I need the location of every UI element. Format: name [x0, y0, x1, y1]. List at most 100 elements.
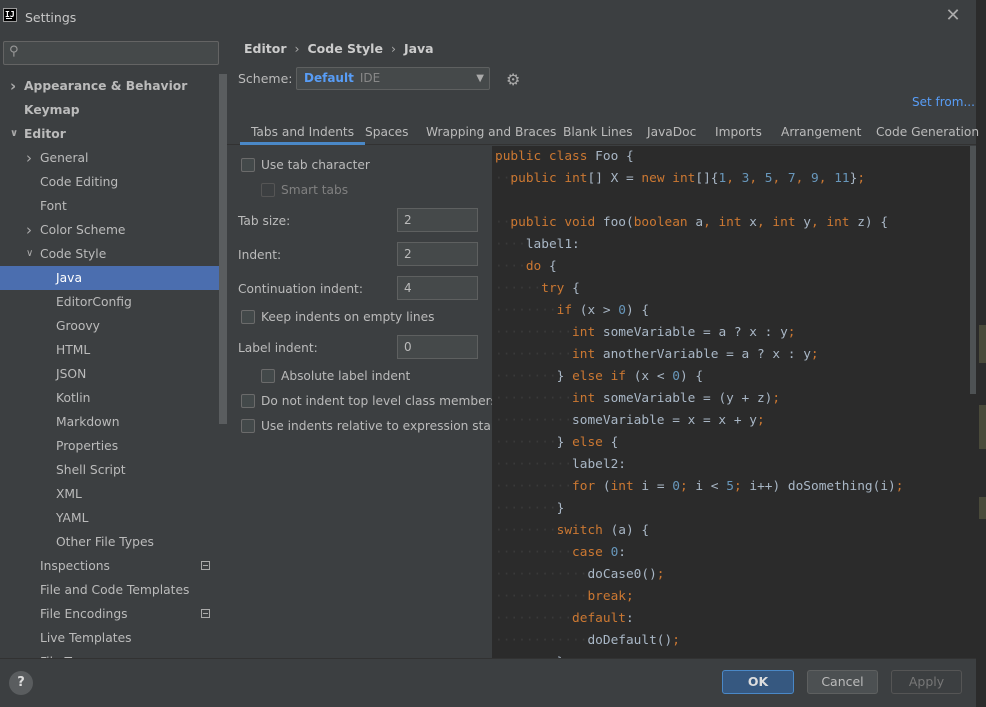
code-line: ········}	[495, 501, 565, 516]
scheme-kind: IDE	[359, 71, 381, 85]
sidebar-item-inspections[interactable]: Inspections	[0, 554, 227, 578]
sidebar-item-editorconfig[interactable]: EditorConfig	[0, 290, 227, 314]
sidebar-item-general[interactable]: › General	[0, 146, 227, 170]
label-indent-label: Label indent:	[238, 341, 318, 355]
no-indent-top-level-checkbox[interactable]	[241, 394, 255, 408]
tab-imports[interactable]: Imports	[715, 120, 762, 145]
sidebar-item-label: Font	[40, 199, 67, 213]
preview-scrollbar[interactable]	[970, 146, 976, 394]
sidebar-item-file-types[interactable]: File Types	[0, 650, 227, 658]
chevron-right-icon[interactable]: ›	[10, 74, 16, 98]
project-settings-icon	[201, 561, 210, 570]
keep-indents-checkbox[interactable]	[241, 310, 255, 324]
sidebar-item-file-encodings[interactable]: File Encodings	[0, 602, 227, 626]
breadcrumb-editor[interactable]: Editor	[244, 41, 287, 56]
sidebar-item-xml[interactable]: XML	[0, 482, 227, 506]
close-icon[interactable]: ✕	[944, 6, 962, 26]
code-line: ··········someVariable = x = x + y;	[495, 413, 765, 428]
sidebar-item-yaml[interactable]: YAML	[0, 506, 227, 530]
tab-size-field[interactable]: 2	[397, 208, 478, 232]
code-line: ········switch (a) {	[495, 523, 650, 538]
set-from-link[interactable]: Set from...	[912, 95, 975, 109]
smart-tabs-label: Smart tabs	[281, 183, 349, 197]
sidebar-item-html[interactable]: HTML	[0, 338, 227, 362]
tab-tabs-and-indents[interactable]: Tabs and Indents	[240, 120, 366, 145]
sidebar-item-groovy[interactable]: Groovy	[0, 314, 227, 338]
code-line: ··public int[] X = new int[]{1, 3, 5, 7,…	[495, 171, 866, 186]
sidebar-item-live-templates[interactable]: Live Templates	[0, 626, 227, 650]
dialog-footer: ? OK Cancel Apply	[0, 658, 976, 707]
sidebar-item-color-scheme[interactable]: › Color Scheme	[0, 218, 227, 242]
label-indent-field[interactable]: 0	[397, 335, 478, 359]
sidebar-item-label: Markdown	[56, 415, 120, 429]
sidebar-item-label: File Types	[40, 650, 99, 658]
indent-field[interactable]: 2	[397, 242, 478, 266]
gear-icon[interactable]: ⚙	[506, 70, 520, 89]
settings-sidebar: ⚲ › Appearance & Behavior Keymap ∨ Editor › Ge…	[0, 34, 227, 658]
sidebar-item-editor[interactable]: ∨ Editor	[0, 122, 227, 146]
sidebar-item-label: Keymap	[24, 103, 80, 117]
sidebar-item-label: Code Editing	[40, 175, 119, 189]
sidebar-item-markdown[interactable]: Markdown	[0, 410, 227, 434]
code-line: ··public void foo(boolean a, int x, int …	[495, 215, 889, 230]
sidebar-item-shell-script[interactable]: Shell Script	[0, 458, 227, 482]
code-line: ··········for (int i = 0; i < 5; i++) do…	[495, 479, 904, 494]
sidebar-item-label: Shell Script	[56, 463, 126, 477]
sidebar-item-label: HTML	[56, 343, 91, 357]
sidebar-item-code-style[interactable]: ∨ Code Style	[0, 242, 227, 266]
code-line: ··········int anotherVariable = a ? x : …	[495, 347, 819, 362]
background-window-edge	[976, 0, 986, 707]
search-icon: ⚲	[9, 44, 19, 59]
tab-javadoc[interactable]: JavaDoc	[647, 120, 696, 145]
settings-content: Editor › Code Style › Java Scheme: Default ID…	[227, 34, 979, 658]
sidebar-item-label: XML	[56, 487, 82, 501]
chevron-down-icon[interactable]: ∨	[10, 122, 18, 146]
sidebar-item-label: Properties	[56, 439, 119, 453]
sidebar-item-properties[interactable]: Properties	[0, 434, 227, 458]
tab-blank-lines[interactable]: Blank Lines	[563, 120, 633, 145]
sidebar-item-label: Code Style	[40, 247, 107, 261]
settings-search-input[interactable]: ⚲	[3, 41, 219, 65]
sidebar-item-other-file-types[interactable]: Other File Types	[0, 530, 227, 554]
sidebar-item-label: General	[40, 151, 89, 165]
sidebar-item-kotlin[interactable]: Kotlin	[0, 386, 227, 410]
tab-wrapping-and-braces[interactable]: Wrapping and Braces	[426, 120, 556, 145]
chevron-right-icon[interactable]: ›	[26, 146, 32, 170]
chevron-right-icon: ›	[294, 41, 300, 56]
code-preview[interactable]: ········} ············doDefault(); ·······…	[492, 146, 976, 658]
sidebar-item-file-and-code-templates[interactable]: File and Code Templates	[0, 578, 227, 602]
chevron-down-icon[interactable]: ∨	[26, 242, 33, 266]
sidebar-item-label: Appearance & Behavior	[24, 79, 188, 93]
smart-tabs-checkbox[interactable]	[261, 183, 275, 197]
code-style-tabs: Tabs and Indents Spaces Wrapping and Bra…	[227, 120, 979, 145]
sidebar-item-keymap[interactable]: Keymap	[0, 98, 227, 122]
apply-button[interactable]: Apply	[891, 670, 962, 694]
scheme-dropdown[interactable]: Default IDE ▼	[296, 67, 490, 90]
sidebar-item-appearance-behavior[interactable]: › Appearance & Behavior	[0, 74, 227, 98]
tab-arrangement[interactable]: Arrangement	[781, 120, 861, 145]
cancel-button[interactable]: Cancel	[807, 670, 878, 694]
sidebar-item-label: Color Scheme	[40, 223, 126, 237]
sidebar-item-java[interactable]: Java	[0, 266, 227, 290]
ok-button[interactable]: OK	[722, 670, 794, 694]
continuation-indent-label: Continuation indent:	[238, 282, 363, 296]
tab-code-generation[interactable]: Code Generation	[876, 120, 979, 145]
sidebar-item-code-editing[interactable]: Code Editing	[0, 170, 227, 194]
relative-indent-checkbox[interactable]	[241, 419, 255, 433]
chevron-right-icon[interactable]: ›	[26, 218, 32, 242]
breadcrumb-code-style[interactable]: Code Style	[308, 41, 383, 56]
sidebar-scrollbar[interactable]	[219, 74, 227, 424]
indent-options-panel: Use tab character Smart tabs Tab size: 2…	[227, 146, 501, 658]
continuation-indent-field[interactable]: 4	[397, 276, 478, 300]
tab-spaces[interactable]: Spaces	[365, 120, 409, 145]
help-button[interactable]: ?	[9, 671, 33, 695]
sidebar-item-label: Live Templates	[40, 631, 132, 645]
use-tab-checkbox[interactable]	[241, 158, 255, 172]
keep-indents-label: Keep indents on empty lines	[261, 310, 435, 324]
sidebar-item-font[interactable]: Font	[0, 194, 227, 218]
tab-size-label: Tab size:	[238, 214, 291, 228]
sidebar-item-label: File Encodings	[40, 607, 128, 621]
sidebar-item-json[interactable]: JSON	[0, 362, 227, 386]
code-line: ············doCase0();	[495, 567, 665, 582]
absolute-label-indent-checkbox[interactable]	[261, 369, 275, 383]
